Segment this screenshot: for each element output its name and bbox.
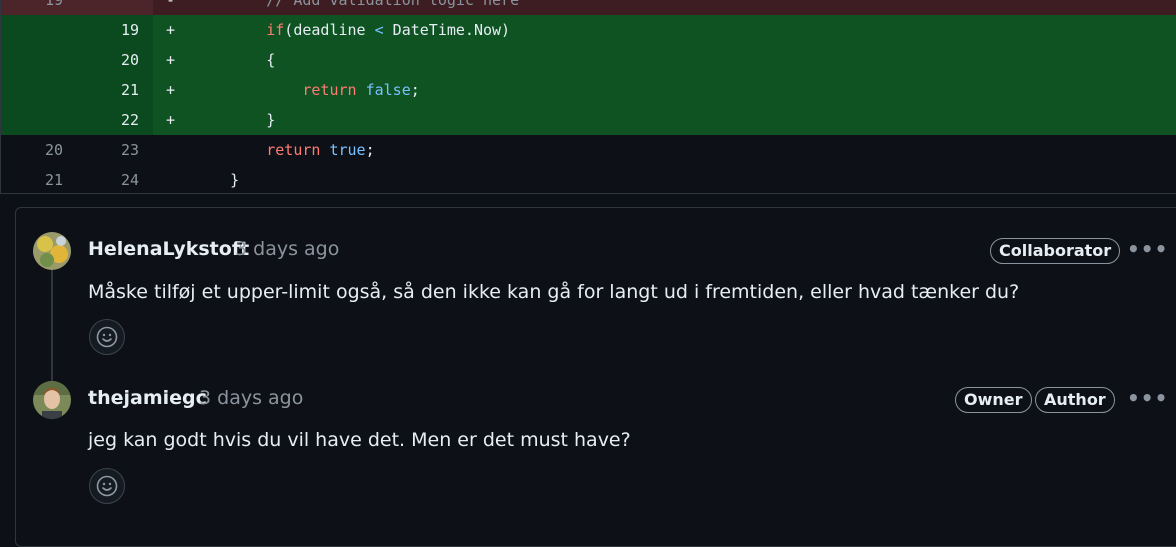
new-line-number[interactable]: 22: [77, 105, 139, 135]
diff-sign: +: [166, 51, 176, 69]
comment-body: jeg kan godt hvis du vil have det. Men e…: [88, 429, 631, 451]
old-line-number[interactable]: [1, 45, 63, 75]
comment-timestamp[interactable]: 3 days ago: [199, 386, 303, 410]
diff-sign: -: [166, 0, 176, 9]
old-line-number[interactable]: 21: [1, 165, 63, 193]
diff-line-added: 22 +}: [1, 105, 1176, 135]
new-line-number[interactable]: 20: [77, 45, 139, 75]
new-line-number[interactable]: [77, 0, 139, 15]
code-token: {: [266, 51, 276, 69]
old-line-number[interactable]: [1, 105, 63, 135]
new-line-number[interactable]: 23: [77, 135, 139, 165]
code-token: return: [302, 81, 357, 99]
code-text: }: [266, 105, 275, 135]
avatar-helenalykstoft[interactable]: [33, 232, 71, 270]
code-token: // Add validation logic here: [266, 0, 520, 9]
smiley-icon: [96, 326, 118, 348]
diff-line-context: 20 23 return true;: [1, 135, 1176, 165]
diff-line-added: 20 + {: [1, 45, 1176, 75]
diff-line-removed: 19 - // Add validation logic here: [1, 0, 1176, 15]
kebab-horizontal-icon[interactable]: •••: [1127, 239, 1167, 264]
kebab-horizontal-icon[interactable]: •••: [1127, 388, 1167, 413]
old-line-number[interactable]: [1, 15, 63, 45]
code-token: ;: [365, 141, 375, 159]
code-token: false: [365, 81, 411, 99]
new-line-number[interactable]: 24: [77, 165, 139, 193]
author-badge: Author: [1035, 387, 1115, 413]
code-text: return true;: [266, 135, 374, 165]
diff-view: 19 - // Add validation logic here 19 + if(dea…: [0, 0, 1176, 194]
new-line-number[interactable]: 21: [77, 75, 139, 105]
diff-sign: +: [166, 111, 176, 129]
add-reaction-button[interactable]: [89, 319, 125, 355]
add-reaction-button[interactable]: [89, 468, 125, 504]
comment-timestamp[interactable]: 3 days ago: [235, 237, 339, 261]
code-text: return false;: [302, 75, 419, 105]
smiley-icon: [96, 475, 118, 497]
code-token: DateTime.Now): [383, 21, 511, 39]
diff-line-added: 19 + if(deadline < DateTime.Now): [1, 15, 1176, 45]
code-text: }: [230, 165, 240, 193]
code-text: {: [266, 45, 275, 75]
code-text: if(deadline < DateTime.Now): [266, 15, 510, 45]
code-text: // Add validation logic here: [266, 0, 519, 15]
code-token: <: [374, 21, 384, 39]
code-token: (deadline: [284, 21, 375, 39]
code-token: }: [230, 171, 240, 189]
collaborator-badge: Collaborator: [990, 238, 1121, 264]
comment-author[interactable]: HelenaLykstoft: [88, 237, 249, 261]
diff-line-context: 21 24}: [1, 165, 1176, 193]
diff-sign: +: [166, 81, 176, 99]
code-token: return: [266, 141, 321, 159]
code-token: if: [266, 21, 285, 39]
code-token: ;: [410, 81, 420, 99]
avatar-thejamiegc[interactable]: [33, 381, 71, 419]
code-token: }: [266, 111, 276, 129]
new-line-number[interactable]: 19: [77, 15, 139, 45]
thread-timeline: [51, 270, 53, 382]
code-token: true: [329, 141, 366, 159]
comment-body: Måske tilføj et upper-limit også, så den…: [88, 281, 1020, 303]
owner-badge: Owner: [955, 387, 1032, 413]
diff-sign: +: [166, 21, 176, 39]
old-line-number[interactable]: 20: [1, 135, 63, 165]
comment-author[interactable]: thejamiegc: [88, 386, 207, 410]
old-line-number[interactable]: [1, 75, 63, 105]
old-line-number[interactable]: 19: [1, 0, 63, 15]
diff-line-added: 21 + return false;: [1, 75, 1176, 105]
